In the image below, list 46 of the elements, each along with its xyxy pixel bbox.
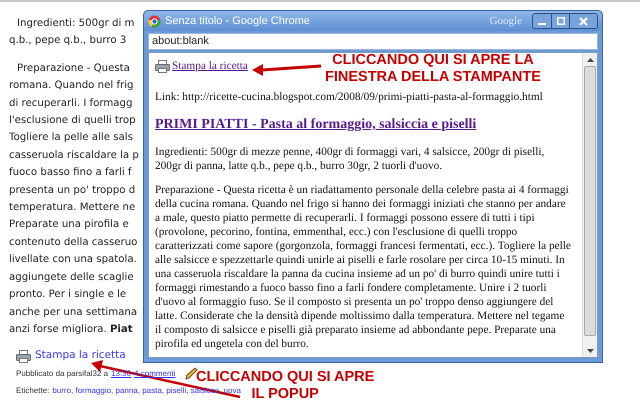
paragraph: Preparazione - Questa ricetta è un riadattamento personale della celebre pasta ai 4 formaggi della cucina romana. Quando nel frigo si hanno dei formaggi iniziati che stanno per andare a male, questo piatto permette di recuperarli. I formaggi possono essere di tutti i tipi (provolone, pecorino, fontina, emmenthal, ecc.) con l'esclusione di quelli troppo caratterizzati come sapore (gorgonzola, formaggi francesi fermentati, ecc.). Togliere la pelle alle salsicce e spezzettarle quindi unirle ai piselli e farle rosolare per circa 10-15 minuti. In una casseruola riscaldare la panna da cucina insieme ad un po' di burro quindi unire tutti i formaggi rimestando a fuoco basso fino a farli fondere completamente. Unire i 2 tuorli d'uovo al formaggio fuso. Se il composto si presenta un po' troppo denso aggiungere del latte. Considerate che la densità dipende moltissimo dalla temperatura. Mettere nel tegame il composto di salsicce e piselli già preparato insieme ad abbondante pepe. Preparate una pirofila ed ungetela con del burro. [155,183,572,351]
printer-icon [155,60,170,72]
printer-icon [16,350,31,362]
window-title: Senza titolo - Google Chrome [165,14,310,29]
scroll-down-icon[interactable] [586,348,594,352]
text-line: temperatura. Mettere ne [9,201,136,216]
scrollbar[interactable] [582,53,597,357]
paragraph: Ingredienti: 500gr di mezze penne, 400gr di formaggi vari, 4 salsicce, 200gr di piselli, 200gr di panna, latte q.b., pepe q.b., burro 30gr, 2 tuorli d'uovo. [155,145,546,173]
minimize-icon [538,23,546,25]
text-line: Preparate una pirofila e [9,218,129,232]
text-line: anzi forse migliora. Piat [9,322,133,337]
maximize-icon [556,17,564,25]
annotation-text: CLICCANDO QUI SI APRE LA [332,52,534,69]
text-line: l'esclusione di quelli trop [9,114,136,128]
text-line: casseruola riscaldare la p [9,148,139,163]
recipe-title-link[interactable]: PRIMI PIATTI - Pasta al formaggio, salsiccia e piselli [155,115,476,134]
text-line: contenuto della casseruo [9,236,138,250]
post-meta: Pubblicato da parsifal32 a [16,368,108,380]
text-line: Togliere la pelle alle sals [9,131,133,146]
labels-caption: Etichette: [16,384,50,396]
close-button[interactable] [569,14,597,28]
scroll-up-icon[interactable] [586,58,594,62]
brand-label: Google [490,14,522,29]
address-bar[interactable]: about:blank [148,33,598,50]
annotation-text: FINESTRA DELLA STAMPANTE [325,69,541,86]
annotation-text: CLICCANDO QUI SI APRE [196,369,374,386]
text-line: livellate con una spatola. [9,253,137,268]
browser-logo-icon [148,14,161,28]
text-line: Ingredienti: 500gr di m [17,17,134,31]
text-line: Preparazione - Questa [17,62,130,76]
annotation-text: IL POPUP [251,386,319,403]
text-line: romana. Quando nel frig [9,79,134,94]
print-link[interactable]: Stampa la ricetta [172,59,248,73]
pencil-icon[interactable] [184,366,198,380]
text-line: anche per una settimana [9,306,138,320]
arrow [252,64,322,76]
close-icon [579,16,588,26]
link-text: Link: http://ricette-cucina.blogspot.com/2008/09/primi-piatti-pasta-al-formaggio.html [155,90,543,104]
text-line: presenta un po' troppo d [9,184,136,198]
text-line: aggiungete delle scaglie [9,270,134,285]
text-line: fuoco basso fino a farli f [9,166,132,180]
maximize-button[interactable] [551,14,569,28]
text-line: pronto. Per i single e le [9,288,126,302]
text-line: q.b., pepe q.b., burro 3 [9,34,126,48]
print-link[interactable]: Stampa la ricetta [35,348,126,364]
text-line: di recuperarli. I formagg [9,96,132,111]
